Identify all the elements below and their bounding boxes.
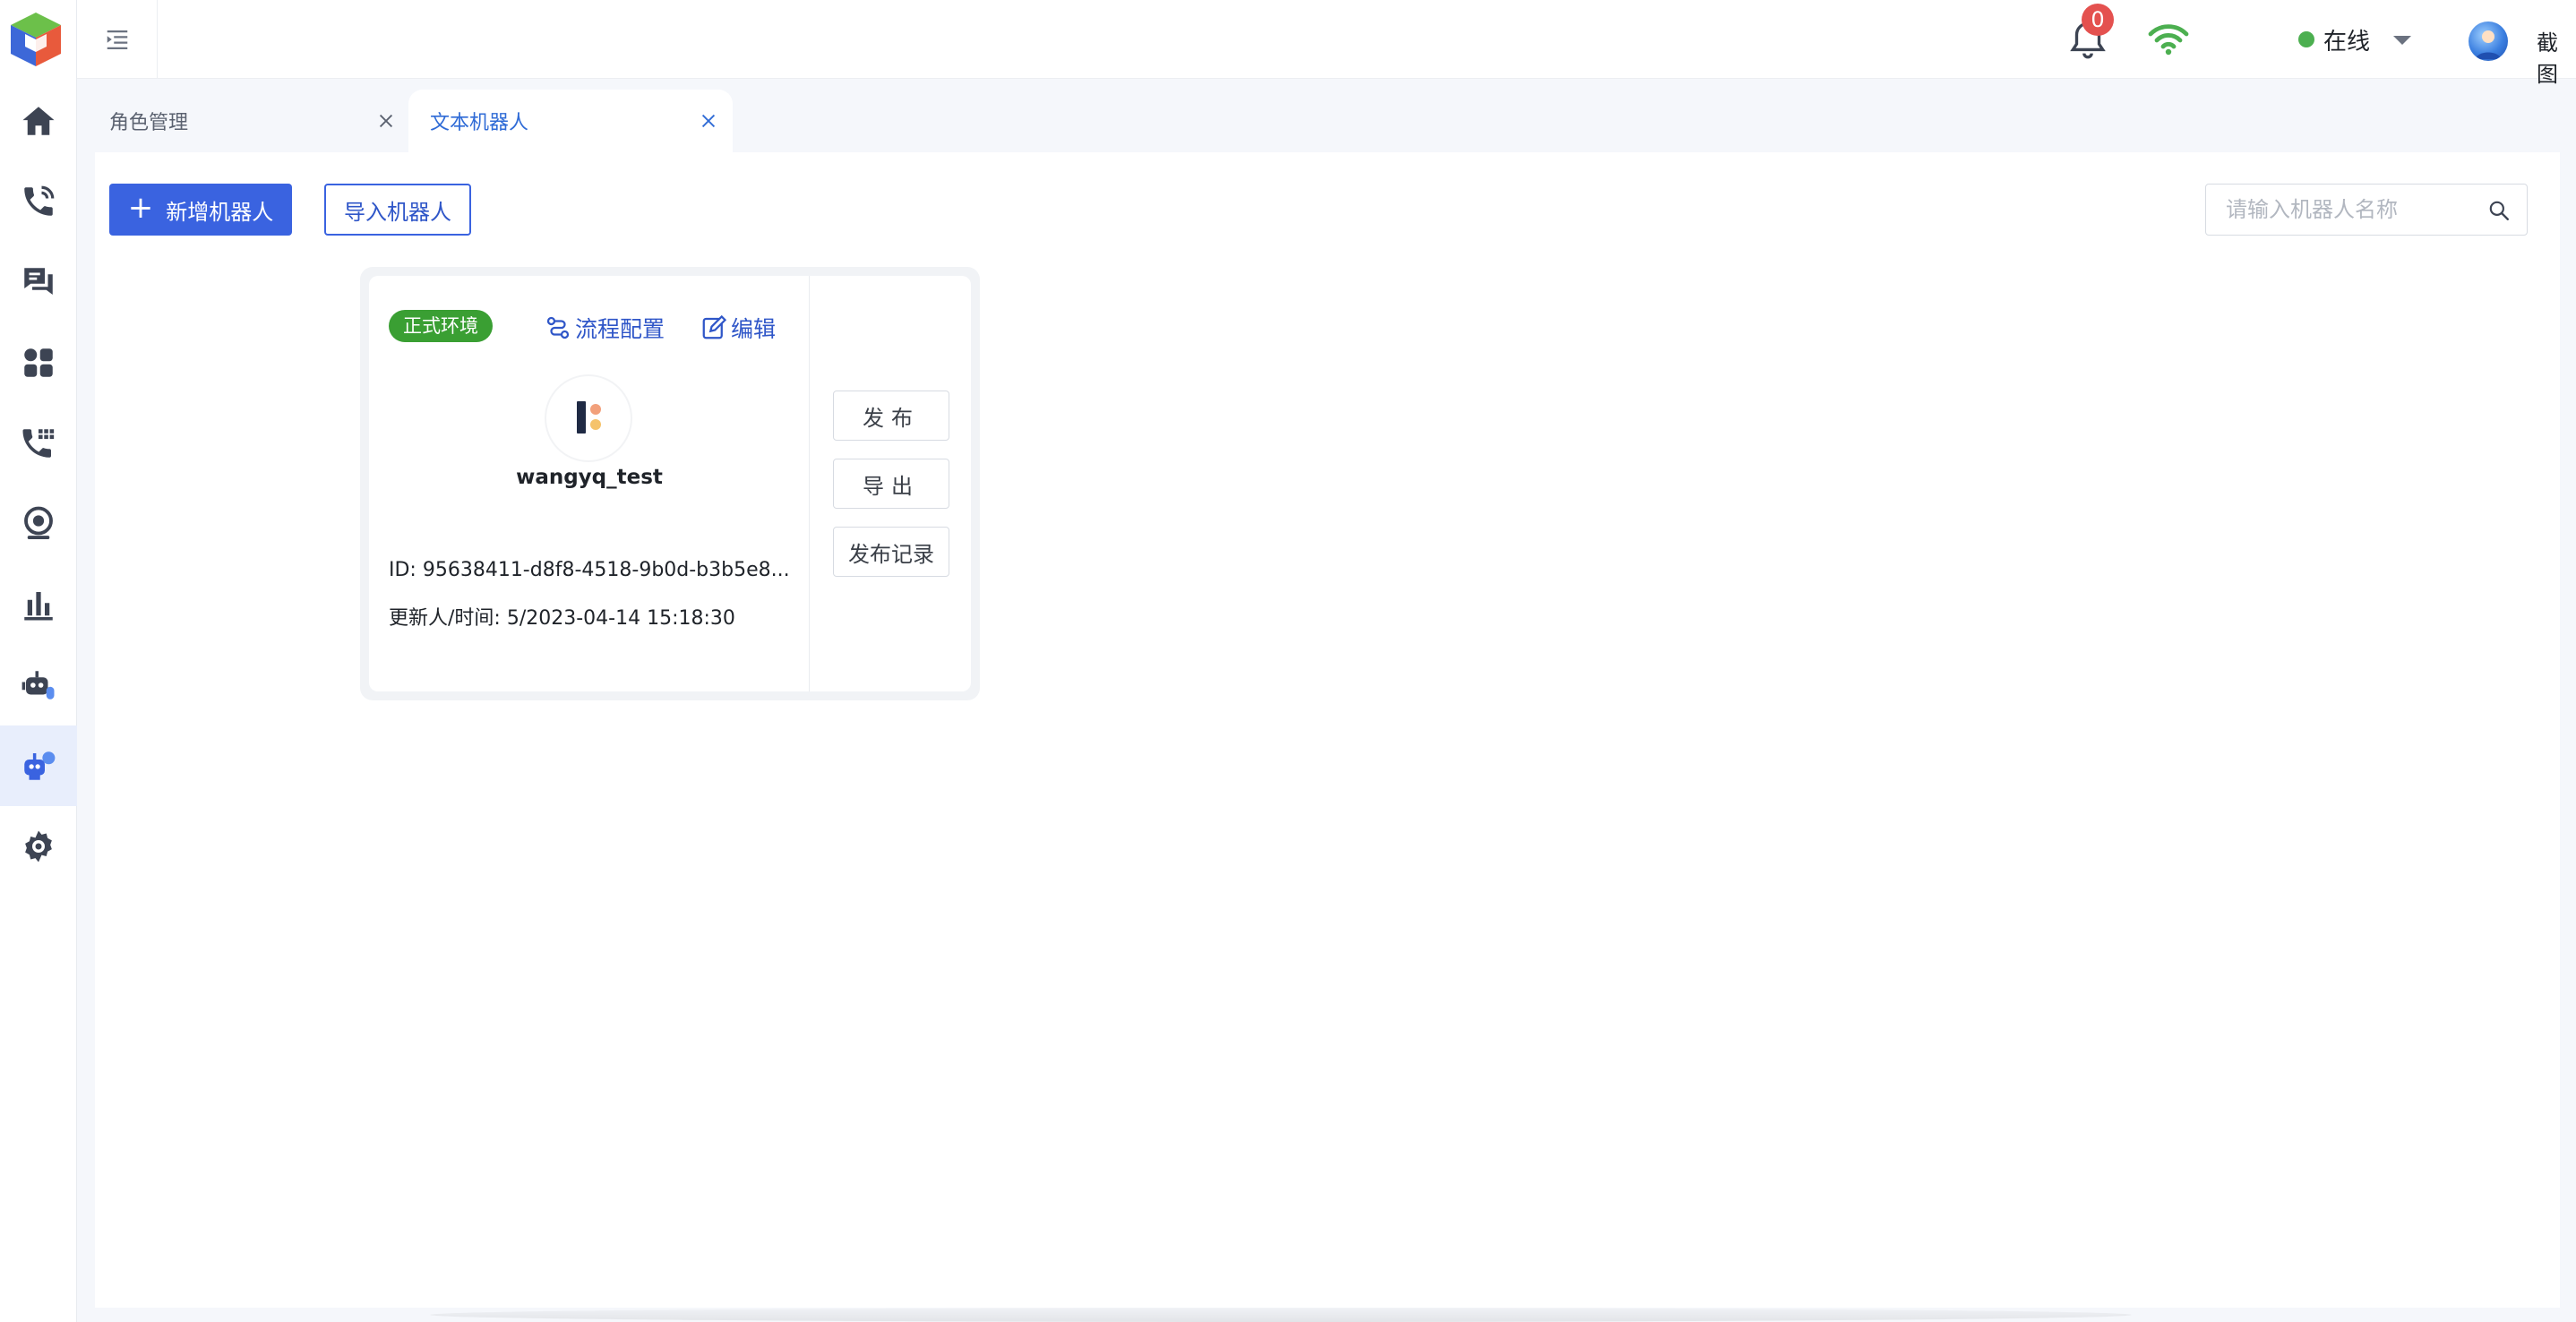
- robot-name: wangyq_test: [516, 466, 663, 489]
- tab-label: 角色管理: [109, 112, 189, 134]
- text-robot-icon: [24, 751, 56, 780]
- top-header: 0 在线 截图: [77, 0, 2576, 87]
- sidebar-item-dialpad[interactable]: [0, 403, 77, 484]
- online-status[interactable]: 在线: [2298, 23, 2370, 56]
- sidebar-item-monitor[interactable]: [0, 484, 77, 564]
- publish-history-button[interactable]: 发布记录: [833, 527, 949, 577]
- chat-icon: [24, 268, 53, 295]
- apps-icon: [24, 348, 53, 377]
- status-dot: [2298, 31, 2314, 47]
- avatar[interactable]: [2469, 21, 2508, 61]
- menu-collapse-button[interactable]: [77, 0, 158, 79]
- search-input[interactable]: [2226, 197, 2477, 222]
- tab-bar: 角色管理 文本机器人: [77, 90, 733, 152]
- robot-updated: 更新人/时间: 5/2023-04-14 15:18:30: [389, 607, 735, 630]
- phone-call-icon: [24, 185, 55, 216]
- export-button[interactable]: 导出: [833, 459, 949, 509]
- flow-config-link[interactable]: 流程配置: [545, 312, 665, 344]
- sidebar-item-voice-robot[interactable]: [0, 645, 77, 725]
- robot-card-info: 正式环境 流程配置 编辑 wangyq_test ID: 95638411-d8…: [369, 276, 810, 691]
- username[interactable]: 截图: [2537, 25, 2576, 88]
- phone-dialpad-icon: [22, 429, 55, 458]
- sidebar-item-reports[interactable]: [0, 564, 77, 645]
- robot-card-body: 正式环境 流程配置 编辑 wangyq_test ID: 95638411-d8…: [369, 276, 971, 691]
- edit-link[interactable]: 编辑: [700, 312, 776, 344]
- home-icon: [22, 107, 55, 135]
- env-tag: 正式环境: [389, 310, 493, 342]
- status-label: 在线: [2323, 28, 2371, 56]
- robot-card: 正式环境 流程配置 编辑 wangyq_test ID: 95638411-d8…: [360, 267, 980, 700]
- wifi-icon: [2148, 24, 2189, 56]
- sidebar-item-text-robot[interactable]: [0, 725, 77, 806]
- main-content: + 新增机器人 导入机器人 正式环境 流程配置 编辑 wangyq_t: [95, 152, 2560, 1308]
- sidebar: [0, 0, 77, 1322]
- sidebar-item-chat[interactable]: [0, 242, 77, 322]
- close-icon[interactable]: [376, 111, 396, 131]
- sidebar-item-calls[interactable]: [0, 161, 77, 242]
- tab-label: 文本机器人: [430, 112, 529, 134]
- sidebar-item-apps[interactable]: [0, 322, 77, 403]
- edit-label: 编辑: [731, 316, 777, 342]
- bar-chart-icon: [24, 592, 53, 621]
- robot-avatar: [546, 376, 631, 460]
- search-box: [2205, 184, 2528, 236]
- menu-collapse-icon: [107, 30, 127, 49]
- add-robot-label: 新增机器人: [166, 199, 274, 225]
- robot-card-actions: 发布 导出 发布记录: [810, 276, 971, 691]
- user-avatar-icon: [2476, 30, 2501, 59]
- flow-config-label: 流程配置: [575, 316, 665, 342]
- monitor-icon: [24, 506, 53, 539]
- sidebar-nav: [0, 81, 77, 887]
- notification-badge: 0: [2082, 4, 2114, 36]
- flow-icon: [546, 316, 570, 339]
- plus-icon: +: [127, 190, 154, 226]
- close-icon[interactable]: [699, 111, 718, 131]
- bottom-shadow: [430, 1308, 2132, 1322]
- search-icon[interactable]: [2487, 199, 2511, 222]
- import-robot-button[interactable]: 导入机器人: [324, 184, 471, 236]
- robot-logo-icon: [577, 401, 601, 434]
- sidebar-item-settings[interactable]: [0, 806, 77, 887]
- add-robot-button[interactable]: + 新增机器人: [109, 184, 292, 236]
- tab-text-robot[interactable]: 文本机器人: [408, 90, 733, 152]
- settings-icon: [25, 830, 52, 863]
- chevron-down-icon[interactable]: [2391, 34, 2413, 47]
- publish-button[interactable]: 发布: [833, 391, 949, 441]
- voice-robot-icon: [21, 671, 55, 700]
- tab-role-management[interactable]: 角色管理: [77, 90, 408, 152]
- app-logo-icon[interactable]: [7, 9, 64, 70]
- robot-id: ID: 95638411-d8f8-4518-9b0d-b3b5e8...: [389, 559, 790, 581]
- sidebar-item-home[interactable]: [0, 81, 77, 161]
- edit-icon: [702, 314, 727, 339]
